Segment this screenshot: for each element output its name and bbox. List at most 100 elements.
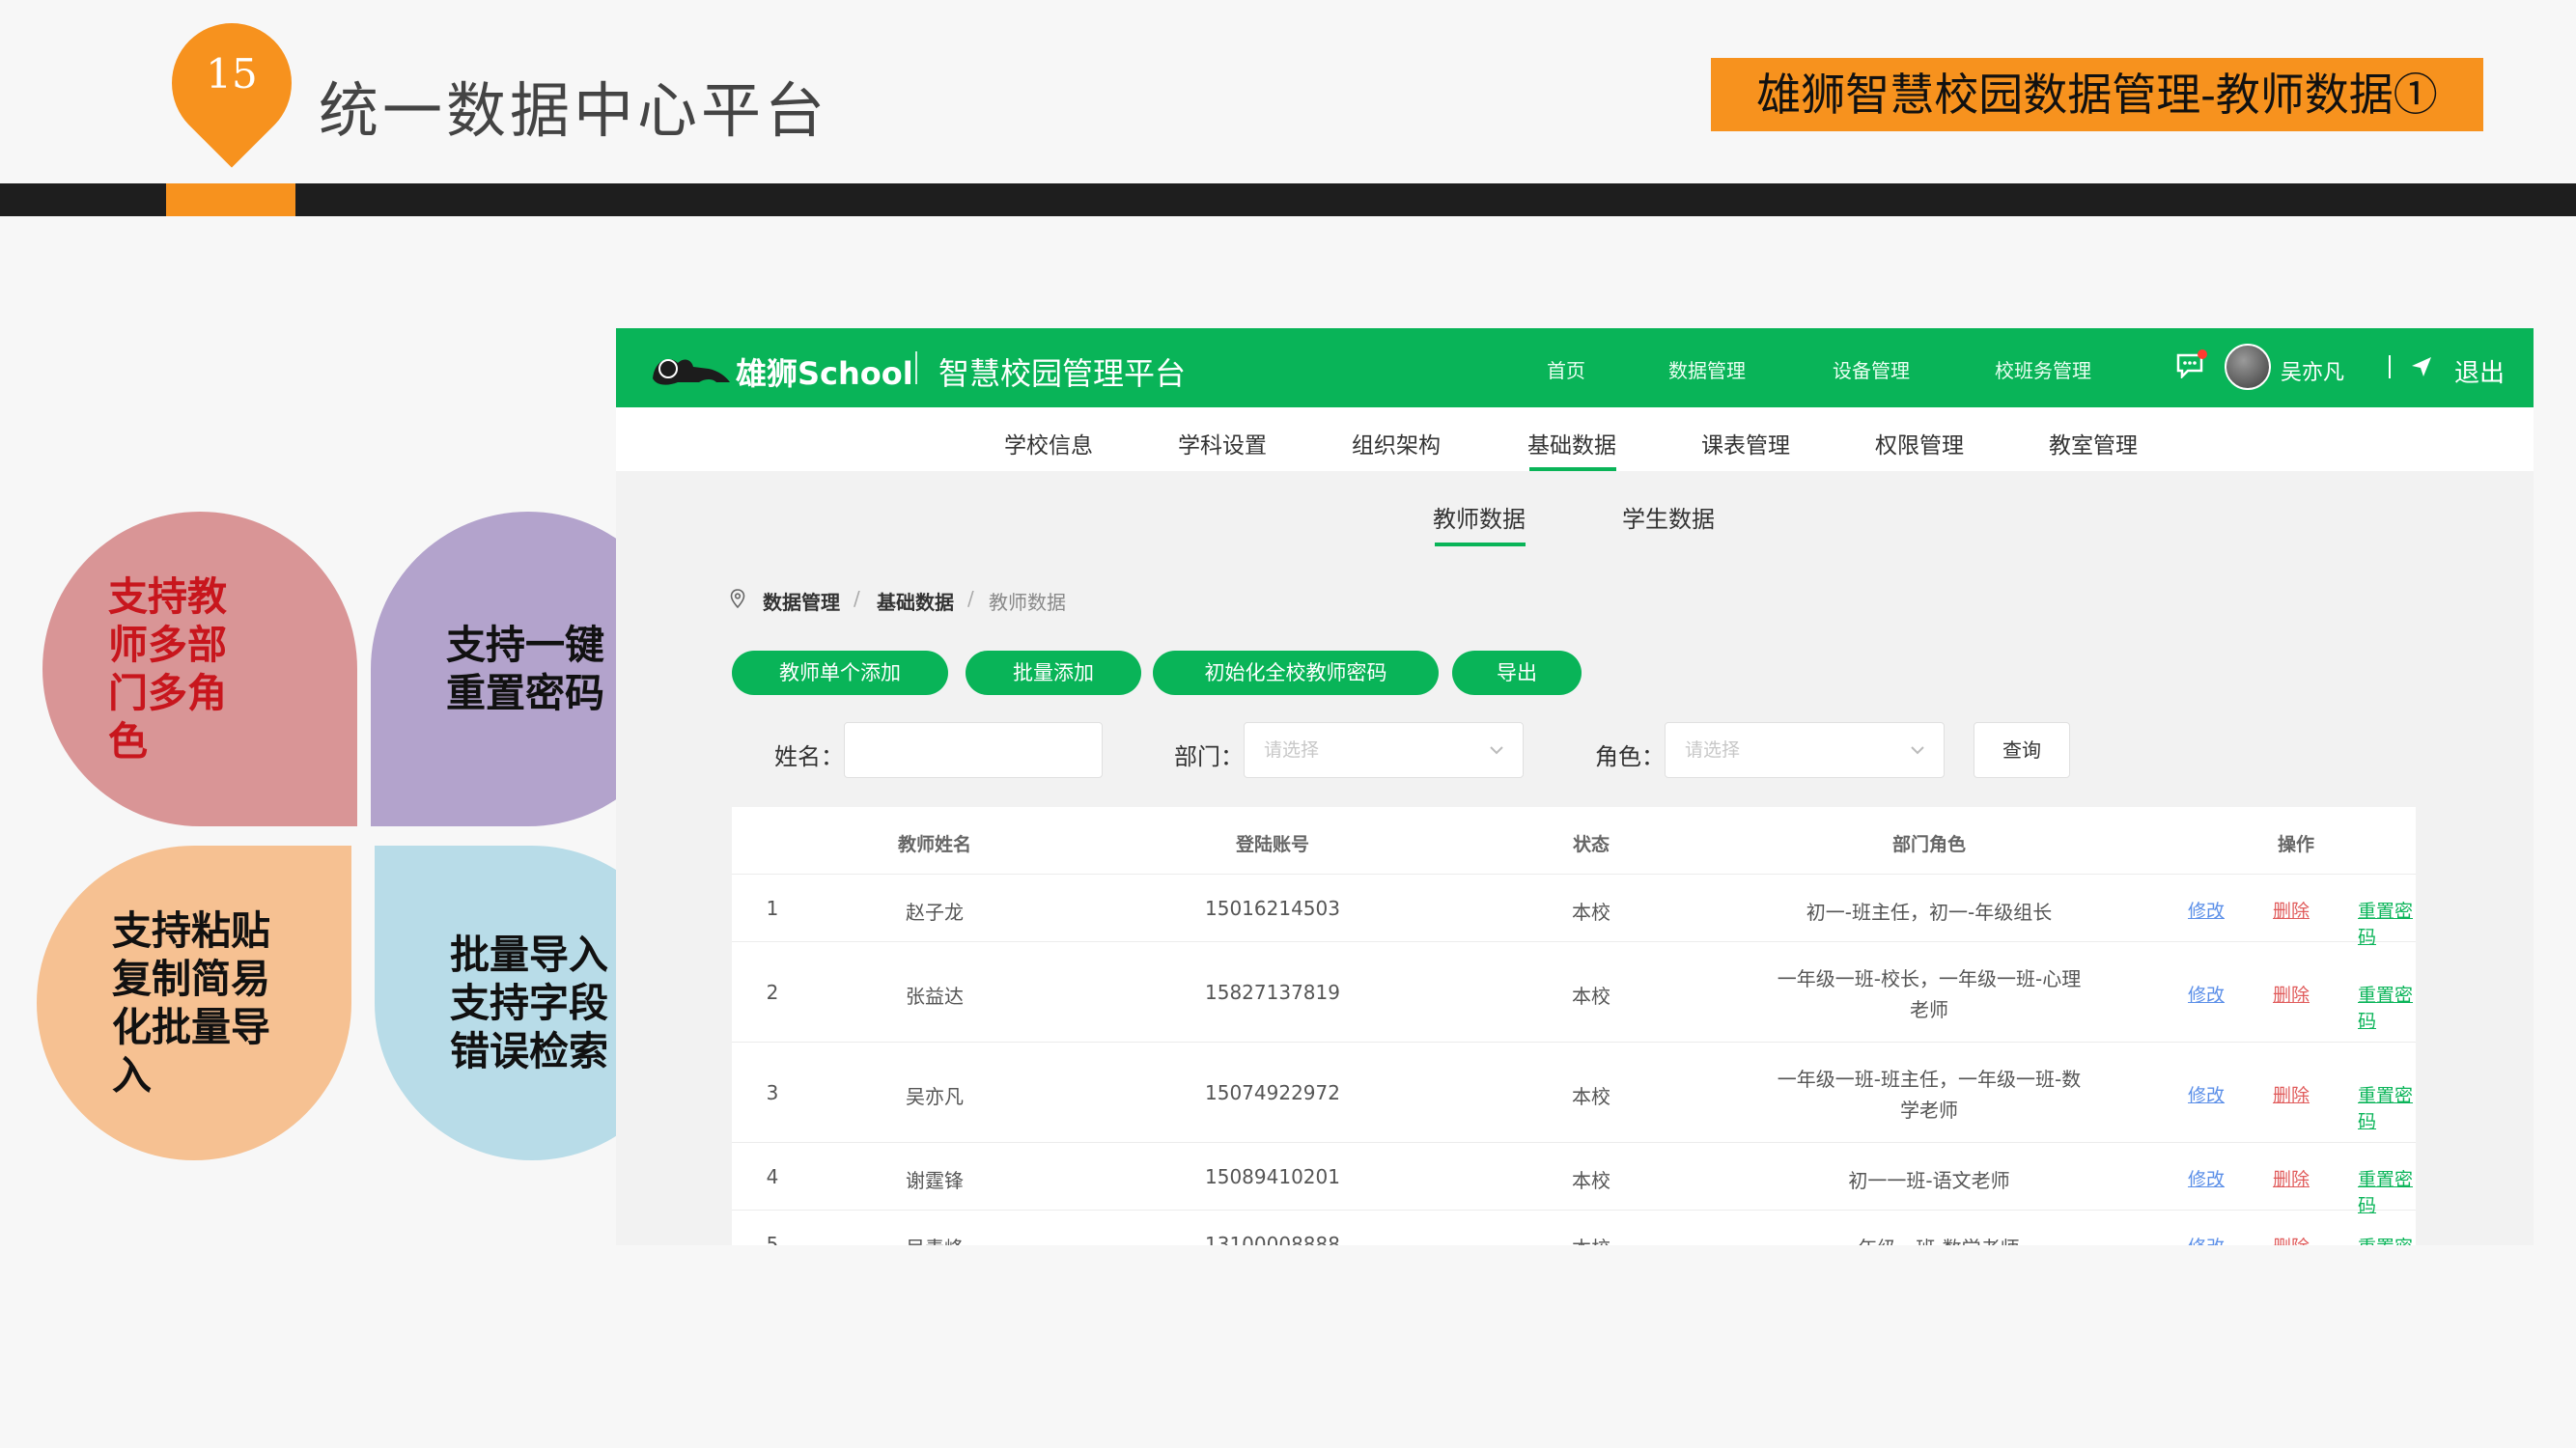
dept-label: 部门： — [1174, 743, 1244, 770]
teacher-status: 本校 — [1572, 1085, 1610, 1108]
row-number: 2 — [766, 981, 779, 1004]
reset-password-link[interactable]: 重置密码 — [2358, 1165, 2416, 1217]
breadcrumb-basic-data[interactable]: 基础数据 — [877, 587, 954, 615]
nav-home[interactable]: 首页 — [1547, 355, 1585, 383]
location-icon — [730, 589, 745, 608]
teacher-dept-role: 一年级一班-数学老师 — [1775, 1233, 2084, 1245]
batch-add-button[interactable]: 批量添加 — [966, 651, 1141, 695]
teacher-account: 15827137819 — [1205, 981, 1340, 1004]
reset-password-link[interactable]: 重置密码 — [2358, 897, 2416, 949]
teacher-dept-role: 初一-班主任，初一-年级组长 — [1806, 901, 2053, 924]
breadcrumb-teacher-data: 教师数据 — [989, 591, 1066, 614]
subnav-timetable[interactable]: 课表管理 — [1701, 427, 1790, 459]
th-account: 登陆账号 — [1235, 834, 1309, 855]
table-row: 2 张益达 15827137819 本校 一年级一班-校长，一年级一班-心理老师 修改 删除… — [732, 942, 2416, 1043]
role-select[interactable]: 请选择 — [1665, 722, 1945, 778]
subnav-classrooms[interactable]: 教室管理 — [2049, 427, 2138, 459]
teacher-table: 教师姓名 登陆账号 状态 部门角色 操作 1 赵子龙 15016214503 本校 初一… — [732, 807, 2416, 1245]
th-actions: 操作 — [2277, 834, 2314, 855]
dept-select[interactable]: 请选择 — [1244, 722, 1524, 778]
feature-text: 支持粘贴复制简易化批量导入 — [112, 907, 270, 1099]
feature-text: 批量导入支持字段错误检索 — [450, 932, 608, 1074]
dept-placeholder: 请选择 — [1264, 739, 1320, 761]
teacher-status: 本校 — [1553, 1233, 1630, 1245]
teacher-dept-role: 初一一班-语文老师 — [1848, 1169, 2010, 1192]
feature-petal-paste-import: 支持粘贴复制简易化批量导入 — [37, 846, 351, 1160]
edit-link[interactable]: 修改 — [2188, 1081, 2225, 1107]
user-avatar[interactable] — [2225, 344, 2271, 390]
teacher-account: 13100008888 — [1205, 1233, 1340, 1245]
name-input[interactable] — [844, 722, 1103, 778]
name-label: 姓名： — [774, 743, 844, 770]
teacher-name: 吴青峰 — [867, 1233, 1002, 1245]
delete-link[interactable]: 删除 — [2273, 897, 2310, 923]
teacher-name: 谢霆锋 — [906, 1169, 964, 1192]
teacher-dept-role: 一年级一班-校长，一年级一班-心理老师 — [1777, 967, 2082, 1021]
breadcrumb-separator: / — [854, 587, 860, 610]
nav-class-management[interactable]: 校班务管理 — [1995, 355, 2091, 383]
delete-link[interactable]: 删除 — [2273, 1165, 2310, 1191]
teacher-account: 15089410201 — [1205, 1165, 1340, 1188]
header-divider-accent — [166, 183, 295, 216]
tab-active-indicator — [1435, 543, 1526, 546]
teacher-status: 本校 — [1572, 985, 1610, 1008]
table-row: 4 谢霆锋 15089410201 本校 初一一班-语文老师 修改 删除 重置密码 — [732, 1143, 2416, 1216]
row-number: 3 — [766, 1081, 779, 1104]
subnav-organization[interactable]: 组织架构 — [1352, 427, 1441, 459]
teacher-account: 15074922972 — [1205, 1081, 1340, 1104]
subnav-basic-data[interactable]: 基础数据 — [1527, 427, 1616, 459]
app-screenshot: 雄狮School 智慧校园管理平台 首页 数据管理 设备管理 校班务管理 吴亦凡… — [616, 328, 2534, 1245]
tab-teacher-data[interactable]: 教师数据 — [1433, 500, 1526, 534]
export-button[interactable]: 导出 — [1452, 651, 1582, 695]
init-passwords-button[interactable]: 初始化全校教师密码 — [1153, 651, 1439, 695]
slide-title: 统一数据中心平台 — [319, 75, 829, 146]
row-number: 1 — [766, 897, 779, 920]
app-top-nav: 雄狮School 智慧校园管理平台 首页 数据管理 设备管理 校班务管理 吴亦凡… — [616, 328, 2534, 407]
teacher-status: 本校 — [1572, 901, 1610, 924]
reset-password-link[interactable]: 重置密码 — [2358, 1233, 2416, 1245]
subnav-permissions[interactable]: 权限管理 — [1875, 427, 1964, 459]
table-header-row: 教师姓名 登陆账号 状态 部门角色 操作 — [732, 807, 2416, 875]
edit-link[interactable]: 修改 — [2188, 981, 2225, 1007]
breadcrumb-data-management[interactable]: 数据管理 — [763, 587, 840, 615]
teacher-status: 本校 — [1572, 1169, 1610, 1192]
delete-link[interactable]: 删除 — [2273, 1233, 2310, 1245]
th-dept-role: 部门角色 — [1891, 834, 1966, 855]
tab-student-data[interactable]: 学生数据 — [1622, 500, 1715, 534]
th-status: 状态 — [1572, 834, 1610, 855]
add-single-teacher-button[interactable]: 教师单个添加 — [732, 651, 948, 695]
reset-password-link[interactable]: 重置密码 — [2358, 1081, 2416, 1133]
feature-text: 支持教师多部门多角色 — [108, 573, 227, 765]
delete-link[interactable]: 删除 — [2273, 1081, 2310, 1107]
subnav-school-info[interactable]: 学校信息 — [1004, 427, 1093, 459]
row-number: 5 — [766, 1233, 779, 1245]
subnav-active-indicator — [1529, 467, 1616, 471]
subnav-subjects[interactable]: 学科设置 — [1178, 427, 1267, 459]
nav-device-management[interactable]: 设备管理 — [1833, 355, 1910, 383]
header-divider — [0, 183, 2576, 216]
table-row: 1 赵子龙 15016214503 本校 初一-班主任，初一-年级组长 修改 删除 重置密码 — [732, 875, 2416, 948]
delete-link[interactable]: 删除 — [2273, 981, 2310, 1007]
nav-separator — [2389, 355, 2391, 378]
slide-badge: 雄狮智慧校园数据管理-教师数据① — [1711, 58, 2483, 131]
app-logo-text: 雄狮School — [736, 355, 913, 392]
teacher-account: 15016214503 — [1205, 897, 1340, 920]
breadcrumb-separator: / — [967, 587, 974, 610]
feature-petal-multi-role: 支持教师多部门多角色 — [42, 512, 357, 826]
sub-nav: 学校信息 学科设置 组织架构 基础数据 课表管理 权限管理 教室管理 — [616, 407, 2534, 471]
teacher-name: 赵子龙 — [906, 901, 964, 924]
user-name[interactable]: 吴亦凡 — [2281, 355, 2344, 386]
platform-name: 智慧校园管理平台 — [938, 355, 1187, 392]
edit-link[interactable]: 修改 — [2188, 897, 2225, 923]
logo-separator — [915, 351, 917, 384]
edit-link[interactable]: 修改 — [2188, 1233, 2225, 1245]
table-row: 3 吴亦凡 15074922972 本校 一年级一班-班主任，一年级一班-数学老师 修改 删… — [732, 1043, 2416, 1143]
edit-link[interactable]: 修改 — [2188, 1165, 2225, 1191]
reset-password-link[interactable]: 重置密码 — [2358, 981, 2416, 1033]
logout-link[interactable]: 退出 — [2454, 353, 2505, 389]
role-placeholder: 请选择 — [1685, 739, 1741, 761]
logout-icon[interactable] — [2410, 355, 2433, 378]
th-teacher-name: 教师姓名 — [897, 834, 971, 855]
nav-data-management[interactable]: 数据管理 — [1668, 355, 1746, 383]
query-button[interactable]: 查询 — [1974, 722, 2070, 778]
